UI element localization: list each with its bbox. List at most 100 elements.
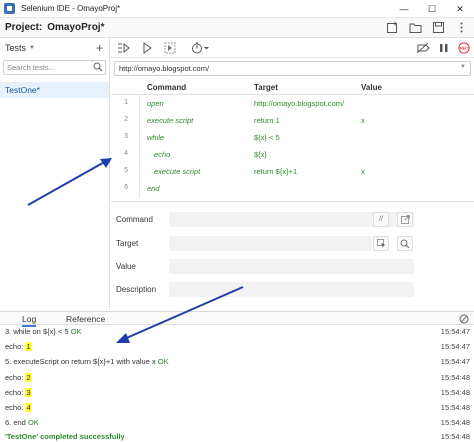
- run-toolbar: REC: [111, 38, 474, 58]
- log-line: 5. executeScript on return ${x}+1 with v…: [0, 355, 474, 369]
- table-row[interactable]: 4 echo ${x}: [111, 146, 474, 163]
- command-editor: Command ▼ // Target Value Description: [111, 201, 474, 309]
- svg-text:REC: REC: [460, 47, 468, 51]
- more-options-icon[interactable]: [455, 21, 468, 34]
- row-number: 3: [124, 133, 128, 140]
- open-project-icon[interactable]: [409, 21, 422, 34]
- tests-dropdown[interactable]: Tests ▼: [0, 38, 109, 58]
- speed-icon[interactable]: [191, 42, 209, 54]
- row-number: 2: [124, 116, 128, 123]
- tests-header-label: Tests: [5, 43, 27, 53]
- save-project-icon[interactable]: [432, 21, 445, 34]
- chevron-down-icon: ▼: [460, 64, 466, 70]
- row-command: echo: [154, 150, 171, 159]
- table-row[interactable]: 6 end: [111, 180, 474, 197]
- description-input[interactable]: [169, 282, 414, 297]
- minimize-button[interactable]: —: [390, 0, 418, 18]
- log-text: 3. while on ${x} < 5: [5, 327, 71, 336]
- base-url-input[interactable]: http://omayo.blogspot.com/ ▼: [114, 61, 471, 76]
- log-panel-tabs: Log Reference: [0, 311, 474, 327]
- log-timestamp: 15:54:48: [440, 432, 470, 441]
- log-output: 3. while on ${x} < 5 OK 15:54:47 echo: 1…: [0, 325, 474, 442]
- row-target: return ${x}+1: [254, 167, 298, 176]
- open-reference-button[interactable]: [397, 212, 413, 227]
- echo-value: 1: [25, 342, 32, 351]
- echo-value: 3: [25, 388, 32, 397]
- row-number: 6: [124, 184, 128, 191]
- command-table: Command Target Value 1 open http://omayo…: [111, 80, 474, 198]
- project-name[interactable]: OmayoProj*: [47, 22, 104, 33]
- test-item-testone[interactable]: TestOne*: [0, 82, 109, 98]
- pause-on-exceptions-icon[interactable]: [438, 42, 450, 54]
- description-label: Description: [116, 285, 157, 294]
- row-command: while: [147, 133, 165, 142]
- find-target-button[interactable]: [397, 236, 413, 251]
- clear-log-icon[interactable]: [459, 314, 469, 324]
- add-test-icon[interactable]: +: [96, 41, 103, 55]
- base-url-value: http://omayo.blogspot.com/: [119, 64, 210, 73]
- table-row[interactable]: 5 execute script return ${x}+1 x: [111, 163, 474, 180]
- row-command: end: [147, 184, 160, 193]
- maximize-button[interactable]: ☐: [418, 0, 446, 18]
- test-item-label: TestOne*: [5, 85, 40, 95]
- window-title: Selenium IDE - OmayoProj*: [21, 4, 121, 13]
- search-icon: [400, 239, 410, 248]
- tab-reference[interactable]: Reference: [66, 314, 105, 324]
- log-status-ok: OK: [157, 357, 169, 366]
- comment-button-label: //: [379, 216, 383, 223]
- target-input[interactable]: [169, 236, 372, 251]
- new-project-icon[interactable]: [386, 21, 399, 34]
- chevron-down-icon: ▼: [29, 45, 35, 51]
- echo-value: 4: [25, 403, 32, 412]
- log-text: 6. end: [5, 418, 28, 427]
- table-row[interactable]: 1 open http://omayo.blogspot.com/: [111, 95, 474, 112]
- log-line: 6. end OK 15:54:48: [0, 416, 474, 430]
- row-command: execute script: [147, 116, 194, 125]
- disable-breakpoints-icon[interactable]: [416, 42, 430, 54]
- log-line: 'TestOne' completed successfully 15:54:4…: [0, 430, 474, 442]
- command-label: Command: [116, 215, 153, 224]
- row-target: return 1: [254, 116, 280, 125]
- step-over-icon[interactable]: [164, 42, 176, 54]
- log-text: echo:: [5, 388, 26, 397]
- column-header-target: Target: [254, 83, 278, 92]
- log-status-ok: OK: [70, 327, 82, 336]
- project-bar: Project: OmayoProj*: [0, 18, 474, 38]
- log-status-ok: OK: [27, 418, 39, 427]
- log-line: echo: 3 15:54:48: [0, 386, 474, 400]
- select-target-icon: [376, 239, 385, 248]
- log-timestamp: 15:54:47: [440, 327, 470, 336]
- log-success-message: 'TestOne' completed successfully: [5, 432, 125, 441]
- row-value: x: [361, 167, 365, 176]
- search-icon: [93, 62, 103, 72]
- log-timestamp: 15:54:47: [440, 342, 470, 351]
- log-timestamp: 15:54:48: [440, 373, 470, 382]
- table-row[interactable]: 2 execute script return 1 x: [111, 112, 474, 129]
- run-all-tests-icon[interactable]: [117, 42, 131, 54]
- row-target: ${x}: [254, 150, 267, 159]
- log-line: 3. while on ${x} < 5 OK 15:54:47: [0, 325, 474, 339]
- window-controls: — ☐ ✕: [390, 0, 474, 18]
- log-line: echo: 1 15:54:47: [0, 340, 474, 354]
- search-placeholder: Search tests...: [7, 63, 55, 72]
- tests-sidebar: Tests ▼ + Search tests... TestOne*: [0, 38, 110, 310]
- log-text: 5. executeScript on return ${x}+1 with v…: [5, 357, 158, 366]
- value-input[interactable]: [169, 259, 414, 274]
- log-text: echo:: [5, 373, 26, 382]
- table-row[interactable]: 3 while ${x} < 5: [111, 129, 474, 146]
- log-text: echo:: [5, 403, 26, 412]
- run-test-icon[interactable]: [142, 42, 152, 54]
- log-timestamp: 15:54:48: [440, 418, 470, 427]
- log-timestamp: 15:54:48: [440, 388, 470, 397]
- select-target-button[interactable]: [373, 236, 389, 251]
- row-target: http://omayo.blogspot.com/: [254, 99, 345, 108]
- column-header-value: Value: [361, 83, 382, 92]
- comment-button[interactable]: //: [373, 212, 389, 227]
- row-command: open: [147, 99, 164, 108]
- row-value: x: [361, 116, 365, 125]
- search-tests-input[interactable]: Search tests...: [3, 60, 106, 75]
- record-icon[interactable]: REC: [458, 42, 470, 54]
- echo-value: 2: [25, 373, 32, 382]
- row-command: execute script: [154, 167, 201, 176]
- close-button[interactable]: ✕: [446, 0, 474, 18]
